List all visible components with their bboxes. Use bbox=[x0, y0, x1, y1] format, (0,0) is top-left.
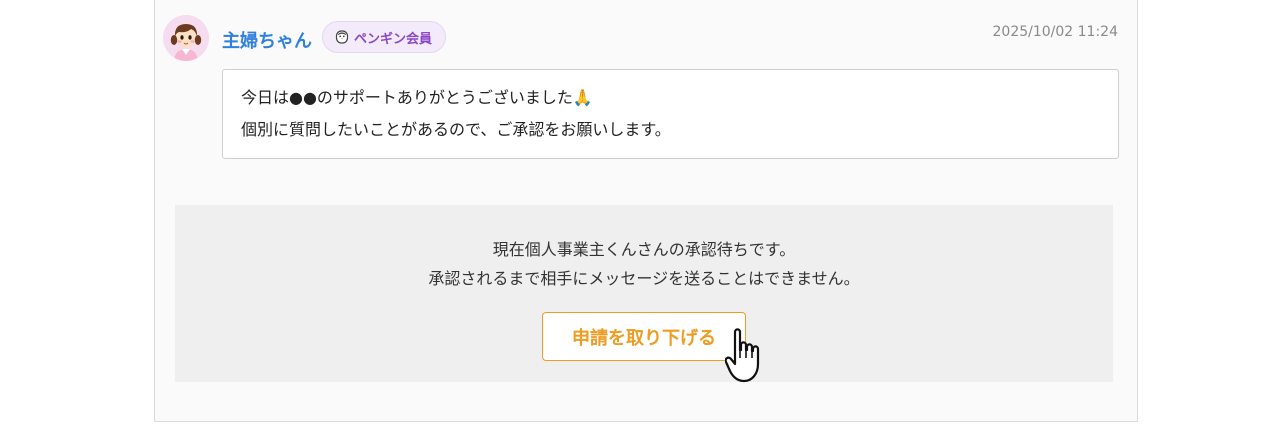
avatar[interactable] bbox=[163, 15, 209, 61]
message-card: 主婦ちゃん ペンギン会員 2025/10/02 11:24 今日は●●のサポート… bbox=[154, 0, 1138, 422]
avatar-girl-icon bbox=[163, 15, 209, 61]
notice-text: 現在個人事業主くんさんの承認待ちです。 bbox=[492, 240, 796, 259]
hand-cursor-icon bbox=[725, 328, 760, 383]
withdraw-request-button[interactable]: 申請を取り下げる bbox=[542, 312, 746, 361]
approval-pending-notice: 現在個人事業主くんさんの承認待ちです。 承認されるまで相手にメッセージを送ること… bbox=[175, 205, 1113, 382]
user-name[interactable]: 主婦ちゃん bbox=[222, 27, 312, 53]
message-line: 個別に質問したいことがあるので、ご承認をお願いします。 bbox=[241, 120, 671, 139]
notice-text: 承認されるまで相手にメッセージを送ることはできません。 bbox=[428, 269, 860, 288]
member-badge: ペンギン会員 bbox=[322, 21, 447, 53]
penguin-icon bbox=[335, 30, 349, 44]
member-badge-label: ペンギン会員 bbox=[354, 31, 433, 47]
message-timestamp: 2025/10/02 11:24 bbox=[992, 24, 1119, 40]
message-bubble: 今日は●●のサポートありがとうございました🙏 個別に質問したいことがあるので、ご… bbox=[222, 69, 1119, 159]
message-line: 今日は●●のサポートありがとうございました🙏 bbox=[241, 88, 593, 107]
